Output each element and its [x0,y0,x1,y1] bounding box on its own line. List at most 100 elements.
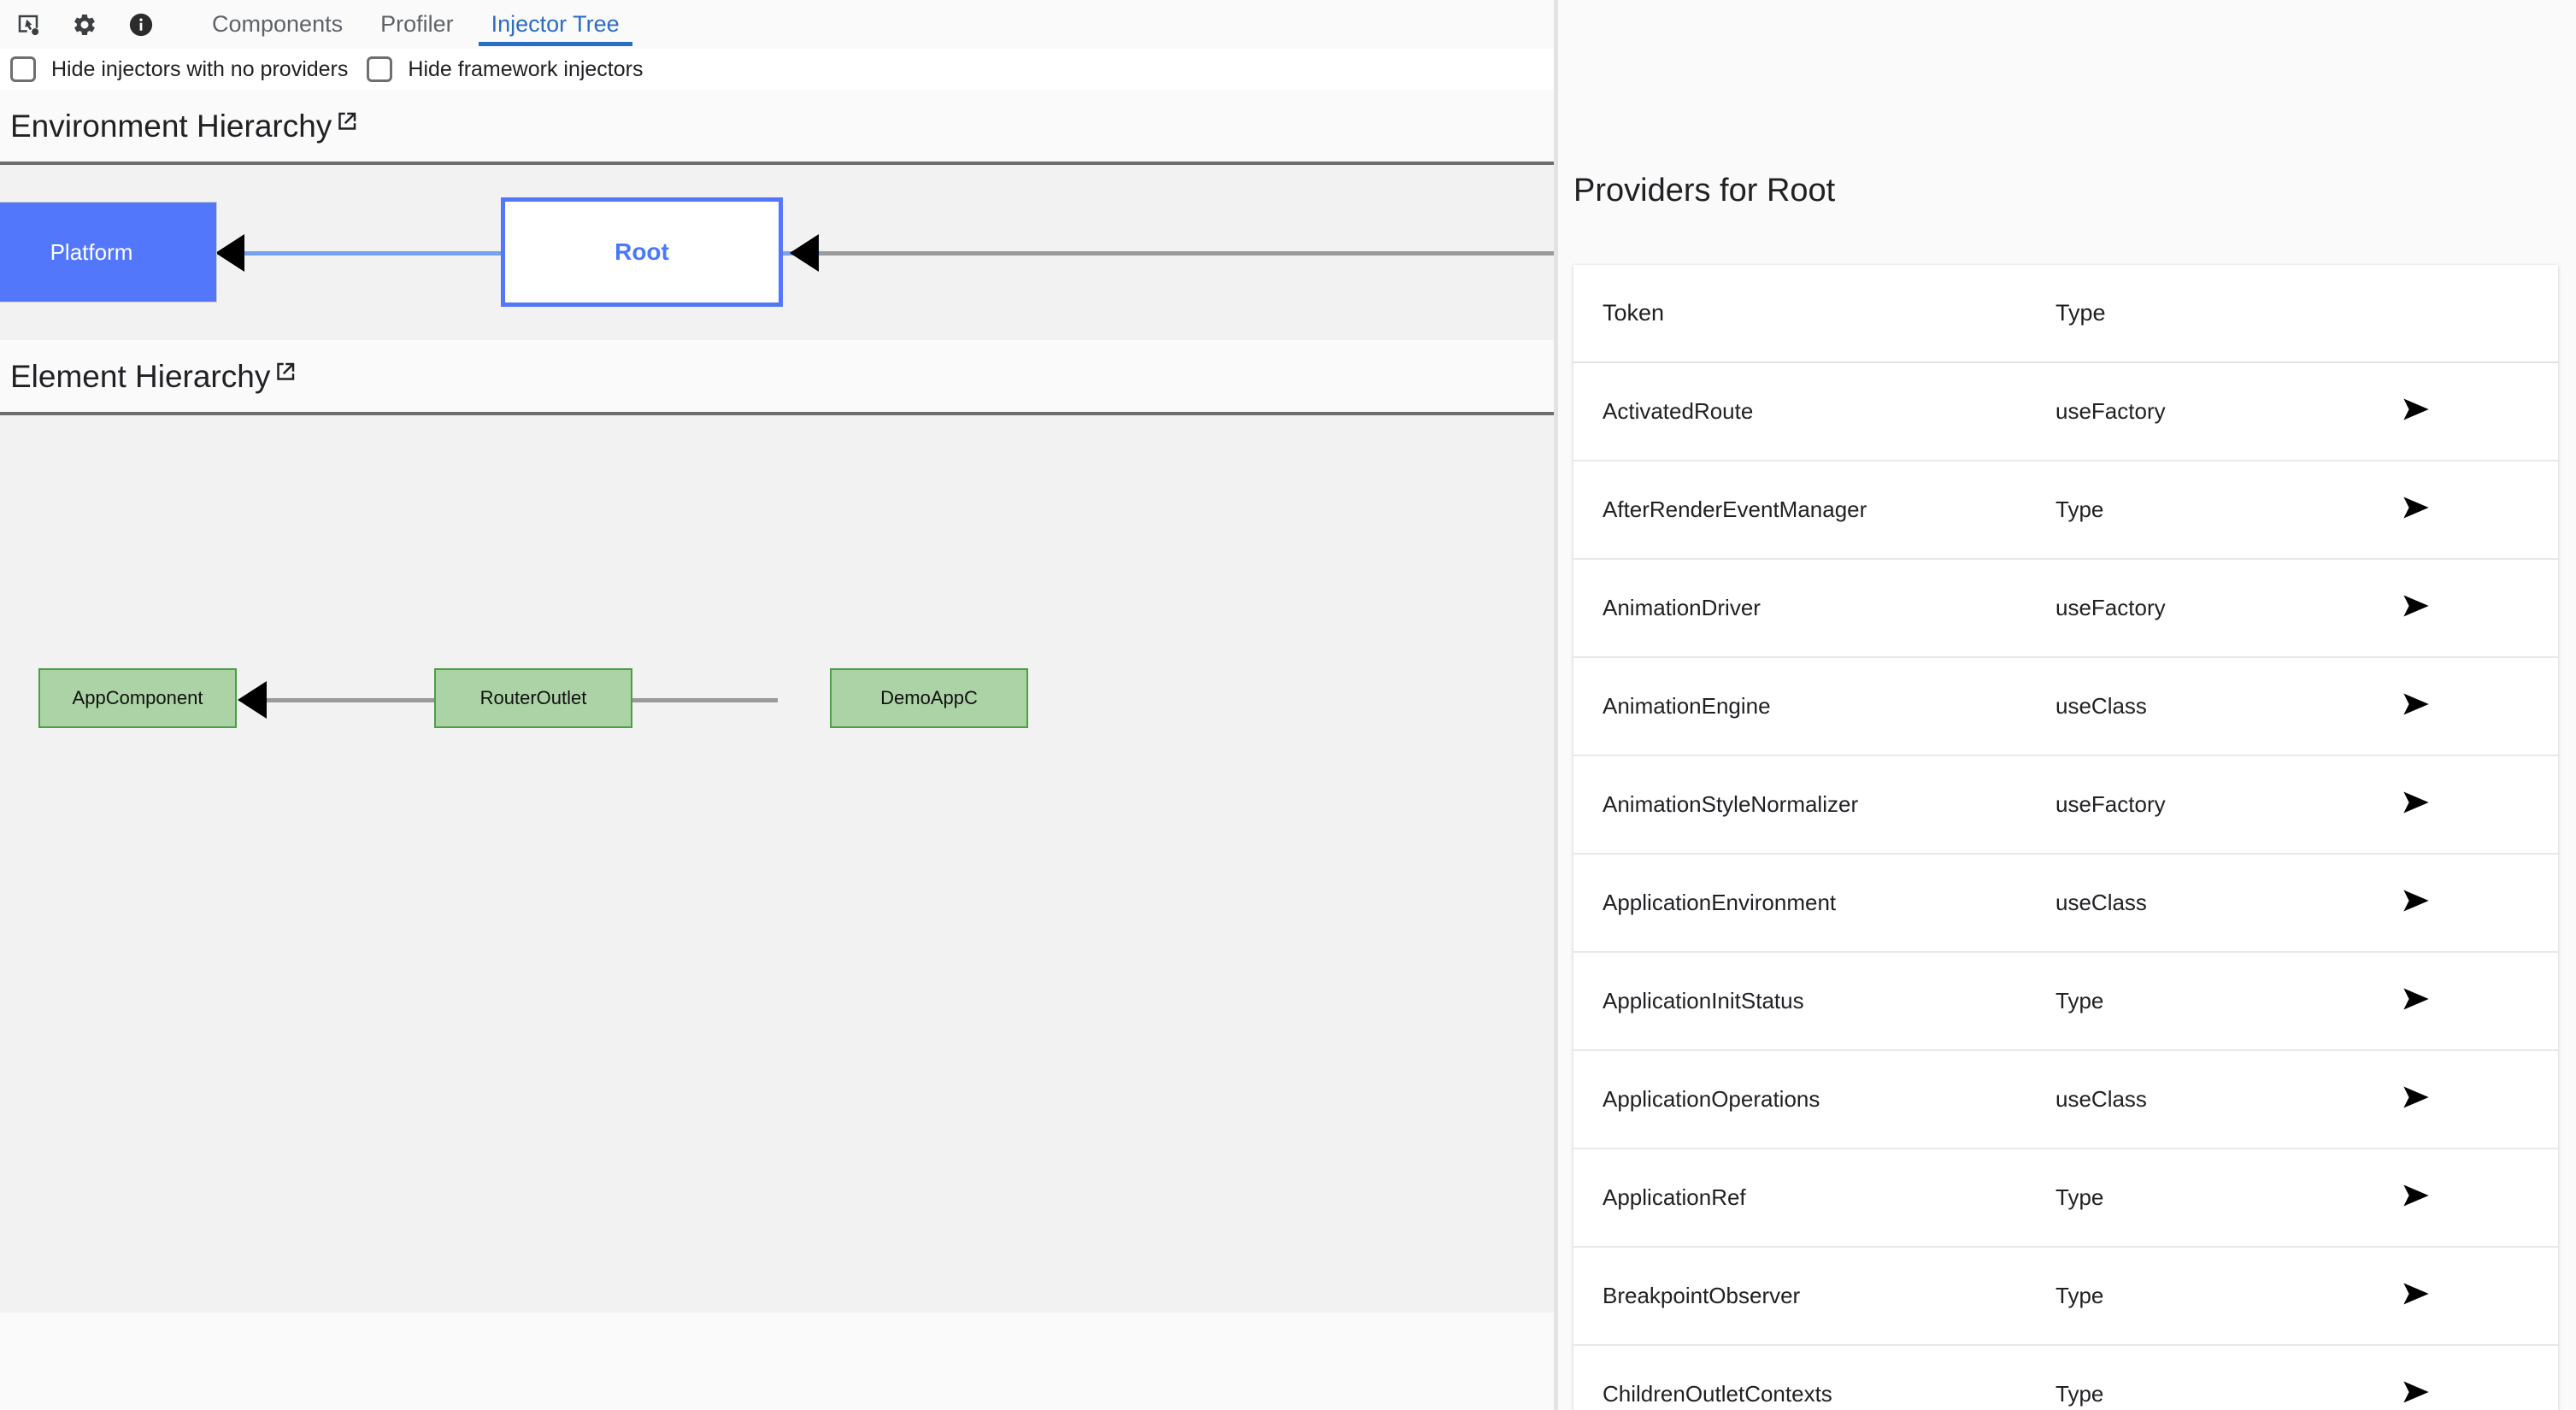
provider-action[interactable] [2397,784,2558,825]
injector-node-appcomponent-label: AppComponent [72,687,203,708]
table-row[interactable]: ActivatedRoute useFactory [1573,363,2558,461]
injector-node-root[interactable]: Root [501,197,783,307]
provider-action[interactable] [2397,685,2558,727]
provider-type: Type [2056,496,2104,522]
table-row[interactable]: ApplicationInitStatus Type [1573,953,2558,1051]
arrow-to-appcomponent [238,681,267,719]
play-arrow-icon[interactable] [2397,1373,2435,1410]
injector-node-appcomponent[interactable]: AppComponent [38,668,237,728]
arrow-to-platform [215,234,244,272]
open-in-new-icon[interactable] [333,107,359,143]
play-arrow-icon[interactable] [2397,784,2435,825]
provider-type: useClass [2056,1086,2147,1112]
environment-hierarchy-title-text: Environment Hierarchy [10,109,332,144]
provider-type: useFactory [2056,398,2166,424]
providers-table: Token Type ActivatedRoute useFactory Aft… [1573,265,2558,1410]
element-hierarchy-section: Element Hierarchy AppComponent RouterOut… [0,340,1554,1313]
table-row[interactable]: BreakpointObserver Type [1573,1248,2558,1346]
injector-node-routeroutlet[interactable]: RouterOutlet [434,668,632,728]
tab-components[interactable]: Components [193,0,362,49]
provider-action[interactable] [2397,1373,2558,1410]
play-arrow-icon[interactable] [2397,1177,2435,1219]
provider-token: AnimationStyleNormalizer [1603,791,1859,817]
table-row[interactable]: AnimationDriver useFactory [1573,560,2558,658]
play-arrow-icon[interactable] [2397,882,2435,924]
table-row[interactable]: AnimationStyleNormalizer useFactory [1573,756,2558,855]
provider-token: AnimationDriver [1603,595,1761,620]
provider-action[interactable] [2397,1177,2558,1219]
hide-framework-injectors-checkbox[interactable]: Hide framework injectors [367,56,643,82]
provider-token: ApplicationRef [1603,1184,1746,1210]
provider-token: ApplicationInitStatus [1603,988,1804,1013]
provider-type: useFactory [2056,791,2166,817]
element-hierarchy-title: Element Hierarchy [10,359,297,395]
checkbox-box[interactable] [367,56,393,82]
provider-type: useClass [2056,693,2147,719]
table-row[interactable]: ApplicationEnvironment useClass [1573,855,2558,953]
table-row[interactable]: AfterRenderEventManager Type [1573,461,2558,560]
provider-token: ActivatedRoute [1603,398,1754,424]
element-hierarchy-header: Element Hierarchy [0,340,1554,415]
table-row[interactable]: AnimationEngine useClass [1573,658,2558,756]
tab-profiler-label: Profiler [380,11,454,37]
edge-routeroutlet-to-appcomponent [244,698,434,702]
injector-node-demoappcomponent-label: DemoAppC [880,687,978,708]
column-header-type: Type [2056,300,2106,326]
tab-profiler[interactable]: Profiler [362,0,473,49]
filter-row: Hide injectors with no providers Hide fr… [0,49,1554,90]
injector-graph-panel: Environment Hierarchy Platform Root Elem… [0,90,1554,1410]
provider-type: Type [2056,1184,2104,1210]
provider-type: Type [2056,1381,2104,1407]
edge-into-root [820,251,1554,256]
info-icon[interactable] [125,9,157,41]
toolbar-icon-group [0,9,157,41]
hide-empty-injectors-checkbox[interactable]: Hide injectors with no providers [10,56,348,82]
provider-token: ApplicationOperations [1603,1086,1820,1112]
play-arrow-icon[interactable] [2397,685,2435,727]
play-arrow-icon[interactable] [2397,391,2435,432]
hide-framework-injectors-label: Hide framework injectors [408,56,644,81]
gear-icon[interactable] [68,9,101,41]
provider-action[interactable] [2397,1078,2558,1120]
element-graph-canvas[interactable]: AppComponent RouterOutlet DemoAppC [0,415,1554,1313]
provider-type: useClass [2056,890,2147,915]
provider-token: AfterRenderEventManager [1603,496,1867,522]
table-row[interactable]: ApplicationOperations useClass [1573,1051,2558,1149]
providers-panel: Providers for Root Token Type ActivatedR… [1558,0,2576,1410]
checkbox-box[interactable] [10,56,36,82]
play-arrow-icon[interactable] [2397,980,2435,1022]
provider-action[interactable] [2397,587,2558,629]
injector-node-platform[interactable]: Platform [0,202,217,303]
arrow-to-root [790,234,819,272]
provider-action[interactable] [2397,882,2558,924]
environment-hierarchy-header: Environment Hierarchy [0,90,1554,165]
provider-action[interactable] [2397,1275,2558,1317]
table-row[interactable]: ApplicationRef Type [1573,1149,2558,1248]
hide-empty-injectors-label: Hide injectors with no providers [51,56,349,81]
environment-graph-canvas[interactable]: Platform Root [0,165,1554,340]
provider-action[interactable] [2397,489,2558,531]
play-arrow-icon[interactable] [2397,587,2435,629]
tab-components-label: Components [212,11,344,37]
tab-injector-tree[interactable]: Injector Tree [473,0,638,49]
environment-hierarchy-title: Environment Hierarchy [10,109,359,144]
element-hierarchy-title-text: Element Hierarchy [10,359,271,394]
table-row[interactable]: ChildrenOutletContexts Type [1573,1346,2558,1410]
provider-token: AnimationEngine [1603,693,1771,719]
play-arrow-icon[interactable] [2397,489,2435,531]
injector-node-demoappcomponent[interactable]: DemoAppC [830,668,1028,728]
provider-action[interactable] [2397,391,2558,432]
play-arrow-icon[interactable] [2397,1078,2435,1120]
injector-node-platform-label: Platform [50,238,133,265]
open-in-new-icon[interactable] [272,357,297,393]
column-header-token: Token [1603,300,1665,326]
provider-token: ApplicationEnvironment [1603,890,1837,915]
tab-injector-tree-label: Injector Tree [491,11,620,37]
provider-action[interactable] [2397,980,2558,1022]
providers-title: Providers for Root [1573,173,1836,209]
provider-type: Type [2056,1283,2104,1308]
inspect-element-icon[interactable] [12,9,44,41]
injector-node-root-label: Root [615,238,669,265]
play-arrow-icon[interactable] [2397,1275,2435,1317]
provider-token: BreakpointObserver [1603,1283,1801,1308]
